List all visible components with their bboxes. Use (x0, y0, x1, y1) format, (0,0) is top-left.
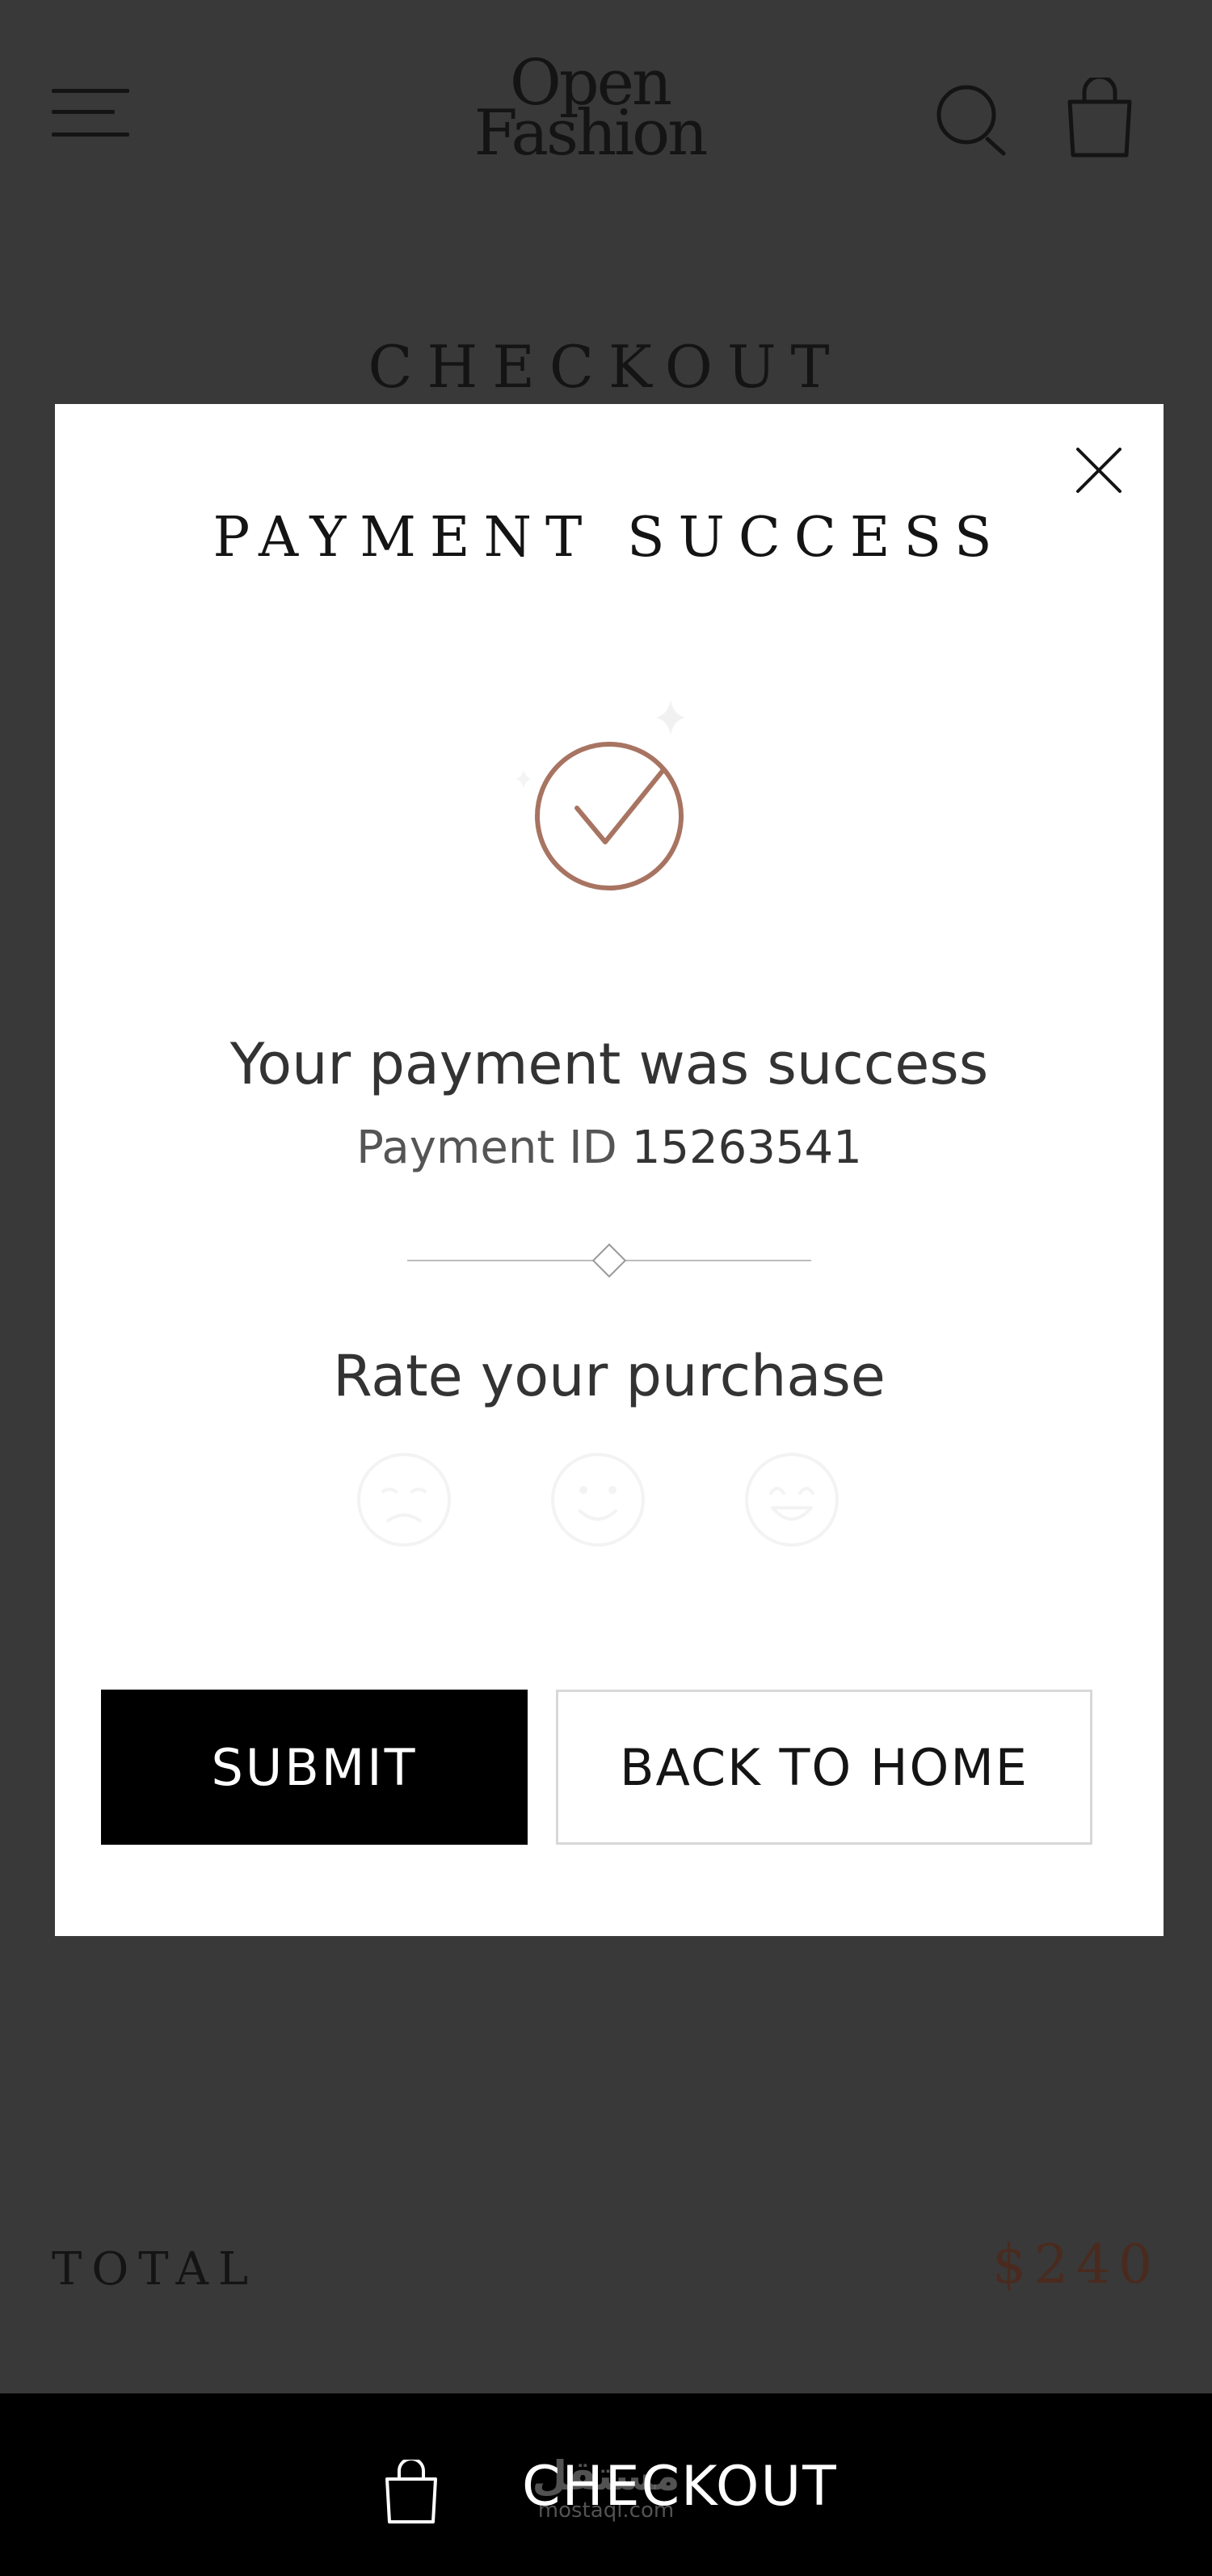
brand-logo[interactable]: Open Fashion (436, 52, 743, 170)
payment-success-dialog: PAYMENT SUCCESS Your payment was success… (55, 404, 1164, 1936)
page-title: CHECKOUT (368, 333, 844, 401)
shopping-bag-icon (385, 2460, 437, 2523)
success-message: Your payment was success (229, 1031, 989, 1097)
submit-button[interactable]: SUBMIT (101, 1690, 528, 1845)
checkout-label: CHECKOUT (522, 2455, 838, 2519)
love-face-icon[interactable] (743, 1451, 840, 1548)
payment-id-label: Payment ID (356, 1122, 617, 1174)
back-to-home-button[interactable]: BACK TO HOME (556, 1690, 1092, 1845)
checkout-bar[interactable]: مستقل mostaql.com CHECKOUT (0, 2393, 1212, 2576)
dialog-title: PAYMENT SUCCESS (213, 506, 1006, 570)
total-label: TOTAL (52, 2243, 259, 2296)
rating-options (356, 1451, 856, 1548)
shopping-bag-icon[interactable] (1065, 78, 1134, 158)
search-icon[interactable] (934, 82, 1008, 157)
rate-title: Rate your purchase (333, 1343, 886, 1409)
logo-line-2: Fashion (473, 97, 709, 170)
total-value: $240 (992, 2233, 1160, 2296)
app-header: Open Fashion (0, 0, 1212, 234)
payment-id-value: 15263541 (631, 1122, 862, 1174)
ornament-divider (407, 1243, 811, 1278)
menu-icon[interactable] (52, 87, 129, 139)
unhappy-face-icon[interactable] (356, 1451, 452, 1548)
payment-id: Payment ID 15263541 (55, 1122, 1164, 1174)
close-icon[interactable] (1073, 444, 1125, 496)
check-circle-icon (516, 700, 685, 890)
smile-face-icon[interactable] (549, 1451, 646, 1548)
